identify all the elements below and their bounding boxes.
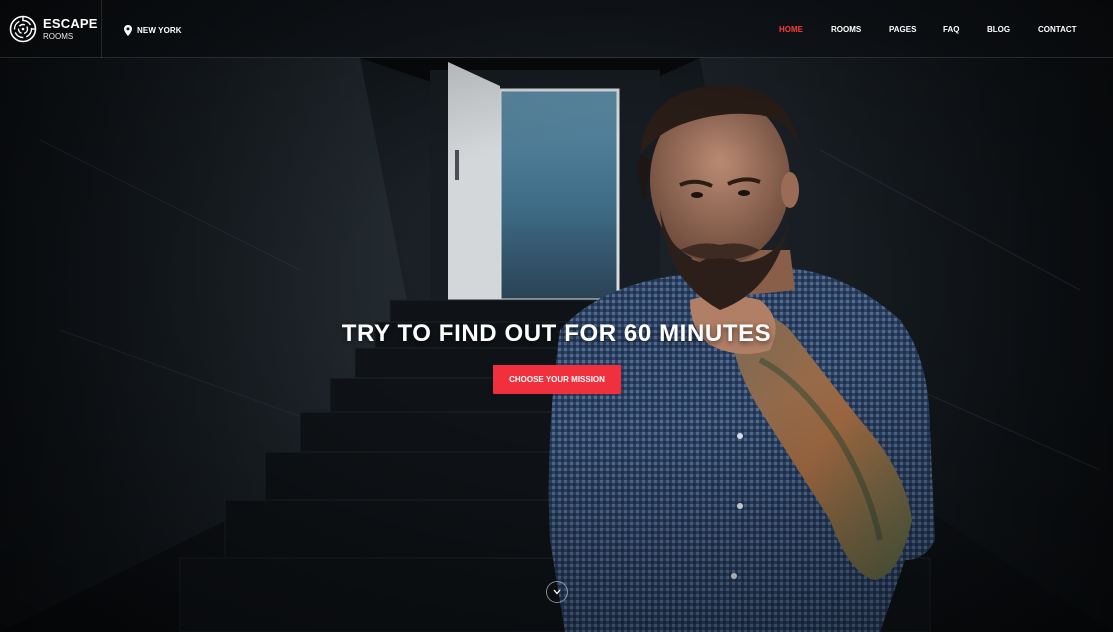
maze-globe-icon bbox=[9, 15, 37, 43]
brand-logo[interactable]: ESCAPE ROOMS bbox=[0, 0, 102, 58]
location-label: NEW YORK bbox=[137, 25, 182, 35]
hero-headline: TRY TO FIND OUT FOR 60 MINUTES bbox=[341, 320, 772, 347]
hero-background bbox=[0, 0, 1113, 632]
nav-item-home[interactable]: HOME bbox=[779, 24, 803, 35]
nav-item-blog[interactable]: BLOG bbox=[987, 24, 1010, 35]
brand-title: ESCAPE bbox=[43, 16, 98, 31]
site-header: ESCAPE ROOMS NEW YORK HOME ROOMS PAGES F… bbox=[0, 0, 1113, 58]
scroll-down-button[interactable] bbox=[546, 581, 568, 603]
nav-item-pages[interactable]: PAGES bbox=[889, 24, 916, 35]
chevron-down-icon bbox=[553, 589, 561, 595]
nav-item-rooms[interactable]: ROOMS bbox=[831, 24, 861, 35]
nav-item-contact[interactable]: CONTACT bbox=[1038, 24, 1077, 35]
location-selector[interactable]: NEW YORK bbox=[124, 24, 182, 36]
map-pin-icon bbox=[124, 24, 132, 36]
hero-scene-illustration bbox=[0, 58, 1113, 632]
choose-mission-button[interactable]: CHOOSE YOUR MISSION bbox=[493, 365, 621, 394]
brand-subtitle: ROOMS bbox=[43, 32, 74, 41]
nav-item-faq[interactable]: FAQ bbox=[943, 24, 959, 35]
